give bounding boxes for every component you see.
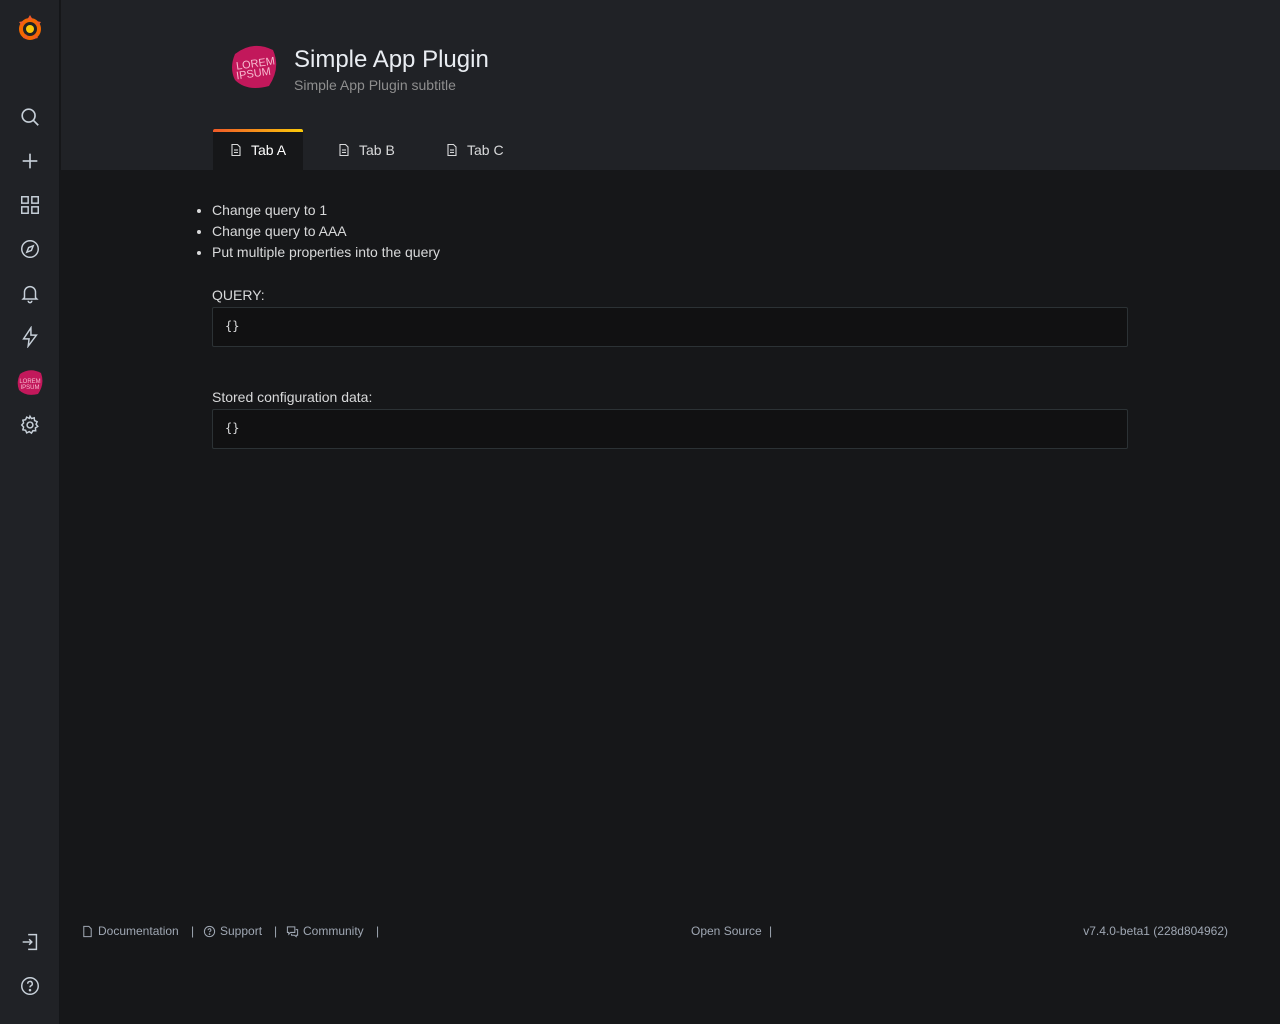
dashboards-icon[interactable] xyxy=(0,183,60,227)
search-icon[interactable] xyxy=(0,95,60,139)
footer-separator: | xyxy=(274,924,278,938)
community-link[interactable]: Community xyxy=(286,924,364,938)
bell-icon[interactable] xyxy=(0,271,60,315)
app-logo: LOREM IPSUM xyxy=(227,40,279,92)
comments-icon xyxy=(286,925,299,938)
tab-label: Tab A xyxy=(251,141,287,158)
footer-separator: | xyxy=(191,924,195,938)
footer-separator: | xyxy=(769,924,773,938)
documentation-label: Documentation xyxy=(98,924,179,938)
tab-b[interactable]: Tab B xyxy=(321,129,411,170)
list-item[interactable]: Put multiple properties into the query xyxy=(212,242,1128,263)
file-icon xyxy=(231,143,241,156)
list-item[interactable]: Change query to 1 xyxy=(212,200,1128,221)
file-icon xyxy=(447,143,457,156)
action-list: Change query to 1 Change query to AAA Pu… xyxy=(212,200,1128,263)
query-label: QUERY: xyxy=(212,287,265,303)
explore-icon[interactable] xyxy=(0,227,60,271)
page-subtitle: Simple App Plugin subtitle xyxy=(294,77,456,93)
svg-text:IPSUM: IPSUM xyxy=(20,385,39,391)
help-icon[interactable] xyxy=(0,964,60,1008)
config-label: Stored configuration data: xyxy=(212,389,373,405)
document-icon xyxy=(83,925,92,937)
tab-a[interactable]: Tab A xyxy=(213,129,303,170)
sign-in-icon[interactable] xyxy=(0,920,60,964)
main-content: Change query to 1 Change query to AAA Pu… xyxy=(212,200,1128,449)
side-menu: LOREM IPSUM xyxy=(0,0,60,1024)
config-codebox: {} xyxy=(212,409,1128,449)
grafana-logo-icon[interactable] xyxy=(0,6,60,50)
community-label: Community xyxy=(303,924,364,938)
tab-label: Tab C xyxy=(467,141,504,158)
support-label: Support xyxy=(220,924,263,938)
list-item[interactable]: Change query to AAA xyxy=(212,221,1128,242)
open-source-link[interactable]: Open Source xyxy=(691,924,762,938)
tab-c[interactable]: Tab C xyxy=(429,129,520,170)
page-header: LOREM IPSUM Simple App Plugin Simple App… xyxy=(61,0,1280,170)
version-label: v7.4.0-beta1 (228d804962) xyxy=(1083,924,1228,938)
query-codebox: {} xyxy=(212,307,1128,347)
question-circle-icon xyxy=(203,925,216,937)
footer: Documentation | Support | Community | Op… xyxy=(81,922,1228,942)
open-source-label: Open Source xyxy=(691,924,762,938)
bolt-icon[interactable] xyxy=(0,315,60,359)
gear-icon[interactable] xyxy=(0,403,60,447)
plugin-logo-icon[interactable]: LOREM IPSUM xyxy=(0,360,60,404)
support-link[interactable]: Support xyxy=(203,924,262,938)
page-title: Simple App Plugin xyxy=(294,46,489,73)
documentation-link[interactable]: Documentation xyxy=(81,924,179,938)
footer-separator: | xyxy=(376,924,380,938)
plus-icon[interactable] xyxy=(0,139,60,183)
file-icon xyxy=(339,143,349,156)
tab-label: Tab B xyxy=(359,141,395,158)
